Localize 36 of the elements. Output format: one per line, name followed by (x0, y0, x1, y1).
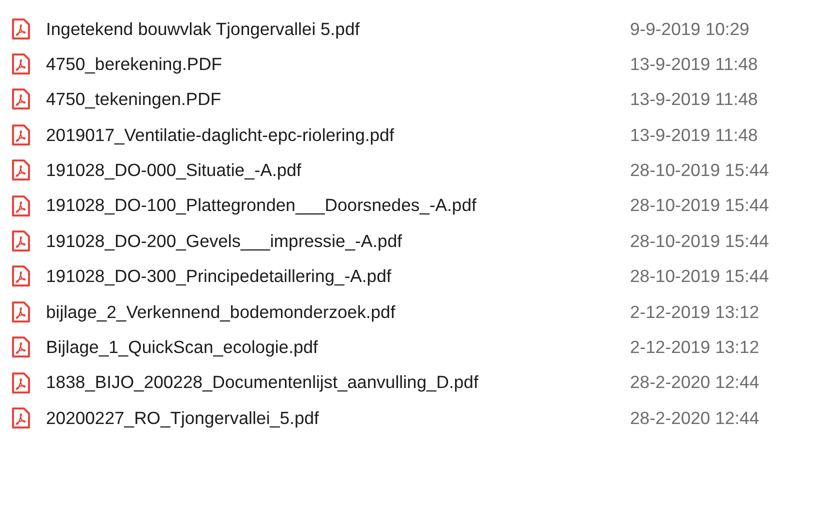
pdf-file-icon (11, 336, 31, 358)
file-name[interactable]: 191028_DO-300_Principedetaillering_-A.pdf (46, 263, 630, 290)
file-name[interactable]: bijlage_2_Verkennend_bodemonderzoek.pdf (46, 298, 630, 326)
pdf-file-icon (11, 194, 31, 217)
modified-date: 28-10-2019 15:44 (630, 265, 769, 288)
file-name[interactable]: 4750_berekening.PDF (46, 50, 630, 78)
modified-date: 13-9-2019 11:48 (630, 124, 758, 147)
file-name[interactable]: Bijlage_1_QuickScan_ecologie.pdf (46, 334, 630, 360)
modified-date: 13-9-2019 11:48 (630, 52, 758, 76)
modified-date: 28-2-2020 12:44 (630, 371, 760, 394)
modified-date: 28-10-2019 15:44 (630, 194, 769, 218)
file-name[interactable]: 191028_DO-100_Plattegronden___Doorsnedes_-A.pdf (46, 192, 630, 219)
pdf-file-icon (11, 18, 31, 40)
file-name[interactable]: 4750_tekeningen.PDF (46, 86, 630, 113)
file-name[interactable]: 191028_DO-000_Situatie_-A.pdf (46, 157, 630, 184)
modified-date: 28-2-2020 12:44 (630, 406, 760, 430)
modified-date: 28-10-2019 15:44 (630, 159, 769, 182)
file-name[interactable]: 191028_DO-200_Gevels___impressie_-A.pdf (46, 228, 630, 254)
pdf-file-icon (11, 265, 31, 288)
pdf-file-icon (11, 406, 31, 429)
pdf-file-icon (11, 53, 31, 76)
file-name[interactable]: Ingetekend bouwvlak Tjongervallei 5.pdf (46, 16, 630, 42)
pdf-file-icon (11, 230, 31, 252)
modified-date: 13-9-2019 11:48 (630, 88, 758, 112)
pdf-file-icon (11, 159, 31, 182)
modified-date: 9-9-2019 10:29 (630, 18, 750, 40)
file-name[interactable]: 20200227_RO_Tjongervallei_5.pdf (46, 404, 630, 432)
modified-date: 28-10-2019 15:44 (630, 230, 769, 253)
pdf-file-icon (11, 300, 31, 323)
file-name[interactable]: 1838_BIJO_200228_Documentenlijst_aanvulling_D.pdf (46, 369, 630, 396)
pdf-file-icon (11, 124, 31, 146)
modified-date: 2-12-2019 13:12 (630, 300, 760, 324)
modified-date: 2-12-2019 13:12 (630, 336, 760, 360)
file-name[interactable]: 2019017_Ventilatie-daglicht-epc-riolering.pdf (46, 122, 630, 148)
pdf-file-icon (11, 88, 31, 110)
pdf-file-icon (11, 372, 31, 394)
